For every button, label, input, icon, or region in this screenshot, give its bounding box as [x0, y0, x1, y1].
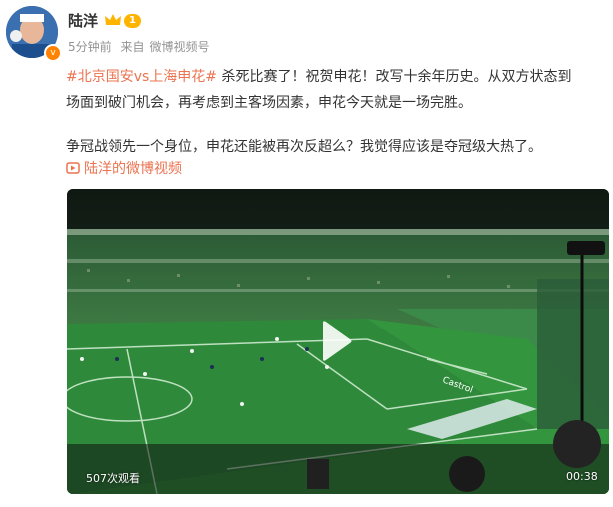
- author-row: 陆洋 1: [68, 10, 141, 31]
- video-duration: 00:38: [566, 470, 598, 483]
- author-name[interactable]: 陆洋: [68, 10, 98, 31]
- video-source-link[interactable]: 陆洋的微博视频: [66, 158, 182, 178]
- post-time[interactable]: 5分钟前: [68, 40, 112, 54]
- source-prefix: 来自: [120, 40, 145, 54]
- post-meta: 5分钟前 来自 微博视频号: [68, 38, 215, 55]
- verified-badge-icon: v: [44, 44, 62, 62]
- post-line-2: 场面到破门机会，再考虑到主客场因素，申花今天就是一场完胜。: [66, 95, 472, 111]
- hashtag-link[interactable]: #北京国安vs上海申花#: [66, 69, 217, 85]
- view-count: 507次观看: [86, 472, 140, 485]
- play-icon[interactable]: [319, 320, 353, 362]
- post-source[interactable]: 微博视频号: [149, 40, 209, 54]
- level-badge: 1: [124, 13, 141, 28]
- post-line-3: 争冠战领先一个身位，申花还能被再次反超么？我觉得应该是夺冠级大热了。: [66, 139, 542, 155]
- post-text: #北京国安vs上海申花# 杀死比赛了！祝贺申花！改写十余年历史。从双方状态到 场…: [66, 64, 606, 160]
- video-icon: [66, 162, 80, 174]
- post-line-1: 杀死比赛了！祝贺申花！改写十余年历史。从双方状态到: [217, 69, 572, 85]
- video-source-label: 陆洋的微博视频: [84, 161, 182, 177]
- crown-icon: [105, 14, 122, 25]
